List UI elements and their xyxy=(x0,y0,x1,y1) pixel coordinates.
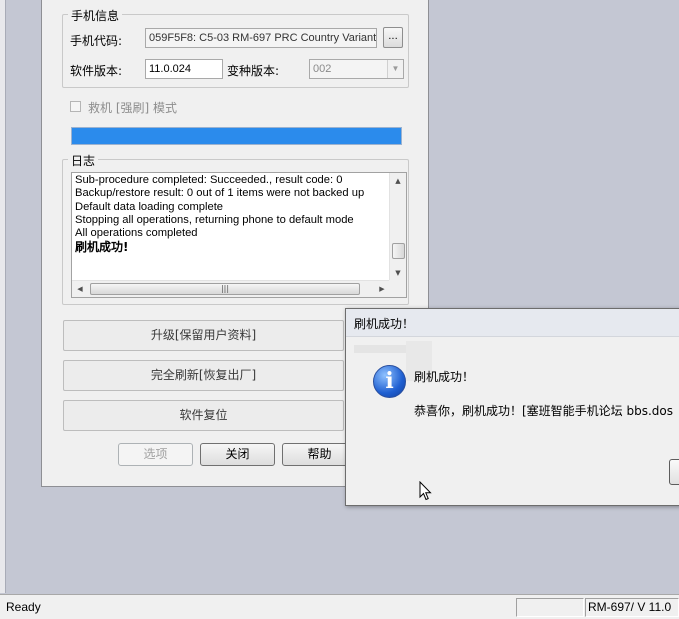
status-panel-model: RM-697/ V 11.0 xyxy=(585,598,679,617)
log-line: Sub-procedure completed: Succeeded., res… xyxy=(75,174,343,186)
log-line: Stopping all operations, returning phone… xyxy=(75,213,354,226)
log-line: All operations completed xyxy=(75,227,198,240)
variant-version-value: 002 xyxy=(313,63,332,75)
log-textbox[interactable]: Sub-procedure completed: Succeeded., res… xyxy=(71,172,407,298)
options-button[interactable]: 选项 xyxy=(118,443,193,466)
progress-fill xyxy=(72,128,401,144)
log-lines: Sub-procedure completed: Succeeded., res… xyxy=(75,174,388,255)
rescue-mode-checkbox[interactable] xyxy=(70,101,81,112)
rescue-mode-label: 救机 [强刷] 模式 xyxy=(88,101,177,115)
success-dialog-title: 刷机成功！ xyxy=(354,317,415,331)
scroll-up-arrow-icon[interactable]: ▲ xyxy=(390,173,406,189)
full-refresh-button[interactable]: 完全刷新[恢复出厂] xyxy=(63,360,344,391)
scroll-left-arrow-icon[interactable]: ◀ xyxy=(72,281,88,297)
sw-version-field[interactable]: 11.0.024 xyxy=(145,59,223,79)
ok-button[interactable] xyxy=(669,459,679,485)
log-horizontal-scrollbar[interactable]: ◀ ||| ▶ xyxy=(72,280,390,297)
phone-code-label: 手机代码: xyxy=(70,34,123,48)
success-dialog-titlebar[interactable]: 刷机成功！ xyxy=(346,309,679,337)
variant-version-dropdown[interactable]: 002 ▼ xyxy=(309,59,404,79)
horizontal-scroll-thumb[interactable]: ||| xyxy=(90,283,360,295)
left-window-border xyxy=(0,0,6,593)
scroll-right-arrow-icon[interactable]: ▶ xyxy=(374,281,390,297)
log-vertical-scrollbar[interactable]: ▲ ▼ xyxy=(389,173,406,281)
scroll-corner xyxy=(389,280,406,297)
log-line: 刷机成功! xyxy=(75,240,129,255)
phone-info-legend: 手机信息 xyxy=(68,7,123,24)
info-icon: i xyxy=(373,365,406,398)
phone-code-field[interactable]: 059F5F8: C5-03 RM-697 PRC Country Varian… xyxy=(145,28,377,48)
mouse-cursor-icon xyxy=(419,481,432,501)
close-button[interactable]: 关闭 xyxy=(200,443,275,466)
status-bar: Ready RM-697/ V 11.0 xyxy=(0,594,679,619)
chevron-down-icon[interactable]: ▼ xyxy=(387,60,403,78)
software-reset-button[interactable]: 软件复位 xyxy=(63,400,344,431)
log-line: Default data loading complete xyxy=(75,200,224,213)
sw-version-label: 软件版本: xyxy=(70,64,123,78)
status-panel-empty xyxy=(516,598,584,617)
status-ready-text: Ready xyxy=(6,600,41,614)
log-line: Backup/restore result: 0 out of 1 items … xyxy=(75,187,365,200)
browse-button[interactable]: ... xyxy=(383,27,403,48)
success-dialog-message: 恭喜你，刷机成功！[塞班智能手机论坛 bbs.dos xyxy=(414,404,674,418)
progress-bar xyxy=(71,127,402,145)
success-dialog: 刷机成功！ i 刷机成功！ 恭喜你，刷机成功！[塞班智能手机论坛 bbs.dos xyxy=(345,308,679,506)
upgrade-keep-data-button[interactable]: 升级[保留用户资料] xyxy=(63,320,344,351)
vertical-scroll-thumb[interactable] xyxy=(392,243,405,259)
variant-version-label: 变种版本: xyxy=(227,64,280,78)
scroll-down-arrow-icon[interactable]: ▼ xyxy=(390,265,406,281)
success-dialog-heading: 刷机成功！ xyxy=(414,370,475,384)
log-legend: 日志 xyxy=(68,152,99,169)
